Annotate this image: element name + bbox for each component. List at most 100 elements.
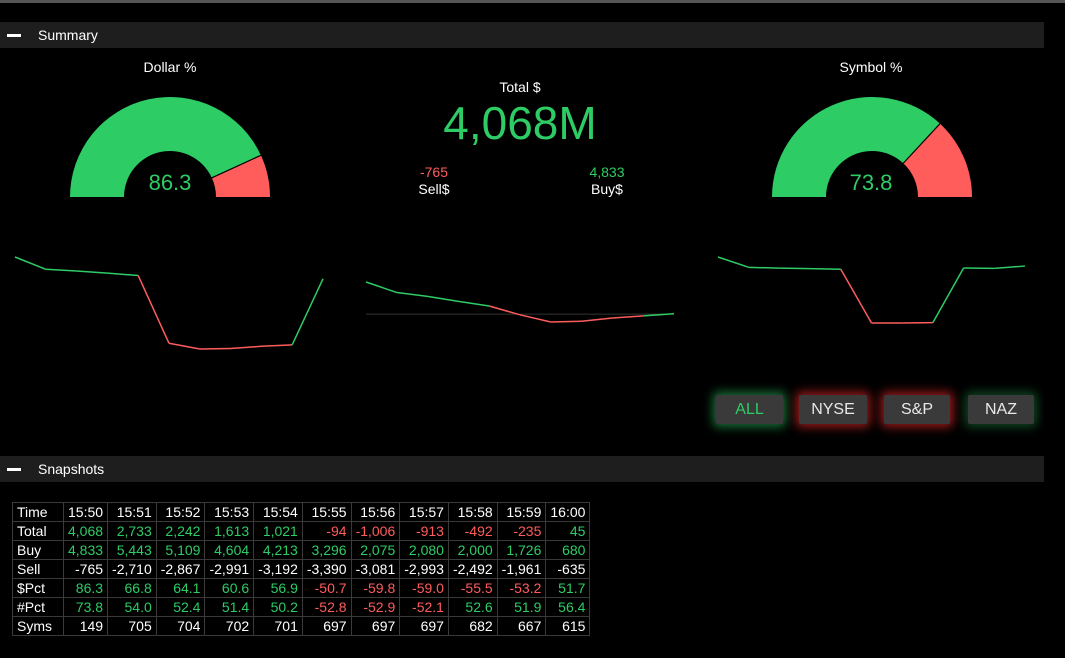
table-cell: -3,192: [253, 559, 303, 579]
table-cell: 51.9: [496, 597, 547, 617]
table-cell: 15:58: [447, 502, 498, 522]
sparkline-segment: [519, 314, 551, 323]
sparkline-segment: [199, 347, 231, 350]
filter-sp-button[interactable]: S&P: [884, 395, 950, 424]
table-cell: 1,021: [253, 521, 303, 541]
sparkline-segment: [396, 291, 428, 298]
table-cell: 56.9: [253, 578, 303, 598]
table-cell: 5,443: [107, 540, 157, 560]
filter-naz-button[interactable]: NAZ: [968, 395, 1034, 424]
sparkline-segment: [168, 342, 200, 350]
total-label: Total $: [499, 79, 541, 95]
table-cell: -635: [545, 559, 591, 579]
table-cell: 697: [399, 616, 449, 636]
sparkline-segment: [427, 295, 459, 303]
sparkline-segment: [994, 265, 1026, 270]
table-cell: 52.4: [155, 597, 206, 617]
table-cell: -3,390: [301, 559, 352, 579]
table-cell: 66.8: [107, 578, 157, 598]
table-cell: -52.1: [399, 597, 449, 617]
row-label: Total: [12, 521, 64, 541]
collapse-icon[interactable]: [7, 467, 21, 471]
sparkline-segment: [14, 256, 47, 270]
row-label: $Pct: [12, 578, 64, 598]
dollar-pct-sparkline: [14, 256, 324, 350]
table-cell: 2,000: [447, 540, 498, 560]
table-cell: 52.6: [447, 597, 498, 617]
snapshots-table: Time 15:50 15:51 15:52 15:53 15:54 15:55 15:56 1…: [12, 502, 591, 636]
table-cell: -2,492: [447, 559, 498, 579]
table-cell: -2,867: [155, 559, 206, 579]
sparkline-segment: [458, 300, 490, 307]
table-cell: 60.6: [204, 578, 255, 598]
sparkline-segment: [748, 266, 780, 269]
sparkline-segment: [76, 270, 108, 274]
table-cell: -235: [496, 521, 547, 541]
sparkline-segment: [717, 256, 749, 269]
table-cell: 705: [107, 616, 157, 636]
right-margin: [1044, 3, 1065, 658]
sparkline-segment: [261, 344, 293, 348]
table-cell: 2,242: [155, 521, 206, 541]
table-cell: 4,604: [204, 540, 255, 560]
table-cell: 56.4: [545, 597, 591, 617]
table-cell: 15:55: [301, 502, 352, 522]
row-label: Buy: [12, 540, 64, 560]
table-cell: 4,213: [253, 540, 303, 560]
table-cell: -765: [62, 559, 109, 579]
symbol-gauge-value: 73.8: [849, 170, 893, 195]
table-row: Buy 4,833 5,443 5,109 4,604 4,213 3,296 2,075 2,…: [12, 540, 591, 560]
table-cell: 1,726: [496, 540, 547, 560]
dollar-gauge-label: Dollar %: [143, 59, 197, 75]
sell-label: Sell$: [418, 181, 450, 197]
table-cell: 51.7: [545, 578, 591, 598]
table-cell: 149: [62, 616, 109, 636]
table-cell: 702: [204, 616, 255, 636]
sparkline-segment: [291, 278, 324, 346]
buy-value: 4,833: [589, 164, 625, 180]
sparkline-segment: [550, 320, 582, 323]
table-cell: 615: [545, 616, 591, 636]
table-cell: 701: [253, 616, 303, 636]
table-cell: -2,710: [107, 559, 157, 579]
table-cell: 64.1: [155, 578, 206, 598]
table-cell: -94: [301, 521, 352, 541]
filter-nyse-button[interactable]: NYSE: [799, 395, 867, 424]
sparkline-segment: [840, 268, 873, 324]
table-cell: -52.8: [301, 597, 352, 617]
table-cell: -2,991: [204, 559, 255, 579]
table-cell: 15:59: [496, 502, 547, 522]
row-label: Time: [12, 502, 64, 522]
table-cell: -59.8: [350, 578, 401, 598]
table-cell: -3,081: [350, 559, 401, 579]
table-cell: 86.3: [62, 578, 109, 598]
table-cell: 15:56: [350, 502, 401, 522]
table-cell: 15:57: [399, 502, 449, 522]
snapshots-title: Snapshots: [38, 461, 105, 477]
snapshots-section-header[interactable]: Snapshots: [0, 456, 1044, 482]
collapse-icon[interactable]: [7, 33, 21, 37]
sparkline-segment: [779, 267, 811, 270]
table-row: $Pct 86.3 66.8 64.1 60.6 56.9 -50.7 -59.8 -59.0-…: [12, 578, 591, 598]
table-cell: 4,833: [62, 540, 109, 560]
table-cell: -59.0: [399, 578, 449, 598]
total-value: 4,068M: [443, 97, 597, 149]
sparkline-segment: [810, 267, 841, 271]
table-cell: -492: [447, 521, 498, 541]
table-row: Sell -765 -2,710 -2,867 -2,991 -3,192 -3,390 -3…: [12, 559, 591, 579]
sparkline-segment: [230, 345, 262, 350]
sparkline-segment: [45, 268, 77, 272]
table-cell: 2,080: [399, 540, 449, 560]
symbol-pct-sparkline: [717, 256, 1026, 324]
table-cell: 4,068: [62, 521, 109, 541]
table-cell: 5,109: [155, 540, 206, 560]
table-cell: -52.9: [350, 597, 401, 617]
table-cell: 704: [155, 616, 206, 636]
table-cell: 16:00: [545, 502, 591, 522]
sparkline-segment: [488, 305, 521, 316]
filter-all-button[interactable]: ALL: [716, 395, 783, 424]
table-cell: 667: [496, 616, 547, 636]
table-row: Syms 149 705 704 702 701 697 697 697 682 667 615: [12, 616, 591, 636]
summary-section-header[interactable]: Summary: [0, 22, 1044, 48]
table-cell: 682: [447, 616, 498, 636]
